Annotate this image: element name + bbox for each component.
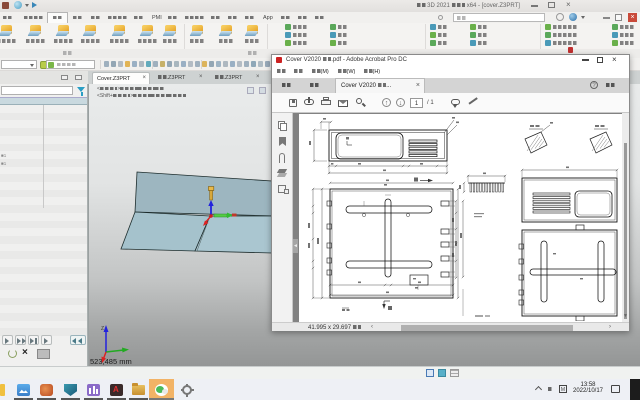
svg-text:Z: Z bbox=[101, 326, 104, 332]
